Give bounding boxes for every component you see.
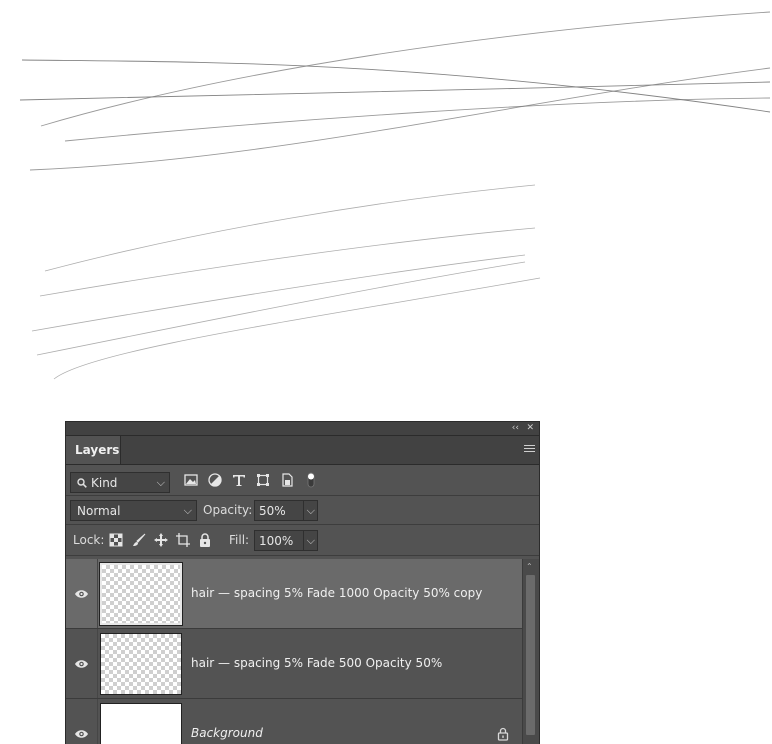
chevron-down-icon[interactable]: ⌵ [302,531,315,551]
hair-stroke [64,97,771,142]
chevron-down-icon[interactable]: ⌵ [302,501,315,521]
layers-panel: ‹‹ ✕ Layers Kind ⌵ Normal ⌵ Opacity: 50%… [65,421,540,744]
blend-mode-select[interactable]: Normal ⌵ [70,500,197,521]
layer-row[interactable]: hair — spacing 5% Fade 1000 Opacity 50% … [66,559,523,629]
layer-filter-row: Kind ⌵ [66,465,539,496]
hair-stroke [53,277,541,380]
lock-all-icon[interactable] [197,532,213,548]
panel-title-bar[interactable]: ‹‹ ✕ [66,422,539,436]
hair-stroke [21,59,771,113]
filter-kind-select[interactable]: Kind ⌵ [70,472,170,493]
smart-object-filter-icon[interactable] [279,472,295,488]
layers-scrollbar[interactable]: ⌃ [522,559,539,744]
layer-thumbnail[interactable] [100,703,182,744]
opacity-label: Opacity: [203,503,253,517]
hair-stroke [36,261,526,356]
hair-stroke [39,227,536,297]
opacity-value: 50% [259,504,286,518]
collapse-panel-icon[interactable]: ‹‹ [512,422,519,435]
lock-row: Lock: Fill: 100% ⌵ [66,525,539,556]
chevron-down-icon: ⌵ [183,504,192,517]
lock-image-pixels-icon[interactable] [131,532,147,548]
close-panel-icon[interactable]: ✕ [526,422,534,435]
type-filter-icon[interactable] [231,472,247,488]
lock-label: Lock: [73,533,105,547]
shape-filter-icon[interactable] [255,472,271,488]
document-canvas[interactable] [0,0,772,420]
layer-name[interactable]: hair — spacing 5% Fade 500 Opacity 50% [191,656,442,670]
layer-thumbnail[interactable] [99,562,183,626]
scroll-thumb[interactable] [526,575,535,735]
layers-list: hair — spacing 5% Fade 1000 Opacity 50% … [66,559,523,744]
search-icon [77,478,87,488]
fill-value: 100% [259,534,294,548]
eye-icon[interactable] [74,728,89,740]
blend-row: Normal ⌵ Opacity: 50% ⌵ [66,496,539,525]
layer-row[interactable]: hair — spacing 5% Fade 500 Opacity 50% [66,629,523,699]
blend-mode-value: Normal [77,504,121,518]
filter-toggle-icon[interactable] [305,471,317,489]
lock-transparent-pixels-icon[interactable] [109,533,123,547]
panel-menu-icon[interactable] [524,445,535,454]
opacity-field[interactable]: 50% ⌵ [254,500,318,521]
panel-tab-row: Layers [66,436,539,465]
scroll-up-icon[interactable]: ⌃ [526,562,533,571]
lock-position-icon[interactable] [153,532,169,548]
filter-kind-label: Kind [91,476,118,490]
tab-layers[interactable]: Layers [66,436,121,464]
eye-icon[interactable] [74,588,89,600]
layer-row[interactable]: Background [66,699,523,744]
lock-artboard-icon[interactable] [175,532,191,548]
hair-stroke [29,67,771,171]
layer-name[interactable]: Background [191,726,263,740]
hair-strokes [19,11,771,380]
fill-field[interactable]: 100% ⌵ [254,530,318,551]
hair-stroke [40,11,771,127]
image-filter-icon[interactable] [183,472,199,488]
fill-label: Fill: [229,533,250,547]
layer-name[interactable]: hair — spacing 5% Fade 1000 Opacity 50% … [191,586,482,600]
layer-thumbnail[interactable] [100,633,182,695]
chevron-down-icon: ⌵ [156,476,165,489]
eye-icon[interactable] [74,658,89,670]
hair-stroke [44,184,536,272]
lock-icon [497,727,509,741]
adjustment-filter-icon[interactable] [207,472,223,488]
